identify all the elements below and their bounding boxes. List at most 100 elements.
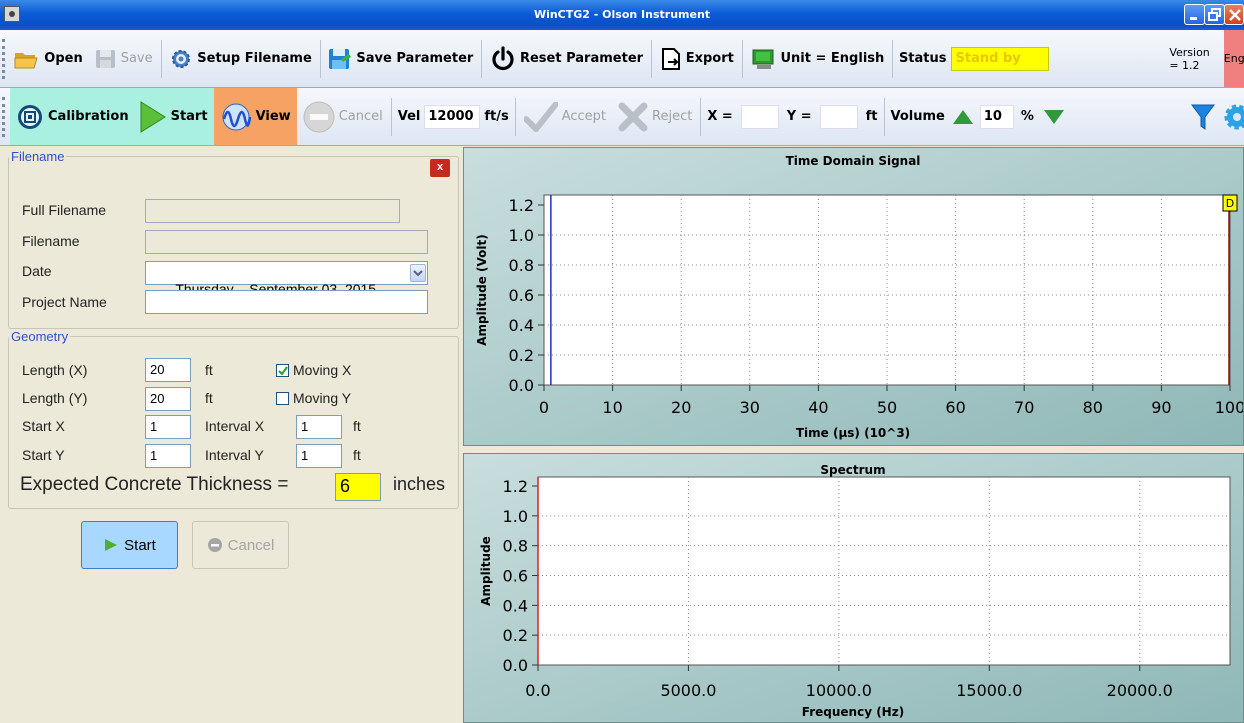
x-tick-label: 100 — [1215, 398, 1243, 417]
status-value: Stand by — [955, 50, 1021, 66]
cancel-icon — [207, 538, 222, 552]
xy-unit: ft — [865, 109, 878, 124]
y-axis-label: Amplitude (Volt) — [475, 234, 489, 346]
moving-y-checkbox[interactable] — [276, 392, 289, 405]
close-window-button[interactable] — [1224, 4, 1244, 25]
filter-icon[interactable] — [1190, 102, 1216, 132]
open-button[interactable]: Open — [8, 30, 88, 87]
waveform-icon — [222, 103, 251, 130]
language-indicator[interactable]: English — [1223, 30, 1244, 87]
length-y-input[interactable]: 20 — [145, 387, 191, 411]
reset-parameter-button[interactable]: Reset Parameter — [484, 30, 649, 87]
volume-input[interactable]: 10 — [979, 104, 1014, 129]
date-label: Date — [22, 263, 52, 279]
restore-button[interactable] — [1204, 4, 1225, 25]
language-label: English — [1223, 52, 1244, 65]
start-y-value: 1 — [150, 448, 158, 463]
volume-up-icon[interactable] — [951, 108, 975, 126]
acquisition-toolbar: Calibration Start View Cancel Vel 12000 … — [0, 88, 1244, 146]
play-icon — [105, 539, 118, 551]
toolbar-grip[interactable] — [2, 96, 10, 137]
open-label: Open — [44, 51, 83, 66]
calibration-button[interactable]: Calibration — [10, 88, 135, 145]
y-label: Y = — [786, 109, 812, 124]
save-button[interactable]: Save — [89, 30, 159, 87]
chevron-down-icon — [413, 270, 423, 277]
interval-x-input[interactable]: 1 — [296, 415, 342, 439]
y-tick-label: 0.2 — [509, 346, 534, 365]
filename-label: Filename — [22, 233, 80, 249]
interval-y-value: 1 — [301, 448, 309, 463]
x-tick-label: 10 — [602, 398, 622, 417]
minimize-button[interactable] — [1184, 4, 1205, 25]
y-tick-label: 0.2 — [503, 626, 528, 645]
length-x-unit: ft — [205, 362, 213, 378]
x-axis-label: Time (μs) (10^3) — [796, 426, 910, 440]
volume-down-icon[interactable] — [1042, 108, 1066, 126]
x-tick-label: 0.0 — [525, 681, 550, 700]
unit-label: Unit = English — [780, 51, 885, 66]
length-y-unit: ft — [205, 390, 213, 406]
start-x-input[interactable]: 1 — [145, 415, 191, 439]
y-tick-label: 0.4 — [503, 596, 528, 615]
time-domain-chart: Time Domain Signal 0.0 0.2 0.4 0.6 0.8 1.0 1.2 0… — [463, 147, 1244, 446]
cursor-badge-label: D — [1226, 197, 1234, 210]
date-picker[interactable]: Thursday , September 03, 2015 — [145, 261, 428, 297]
velocity-input[interactable]: 12000 — [424, 104, 481, 129]
length-y-value: 20 — [150, 391, 165, 406]
velocity-value: 12000 — [428, 108, 474, 124]
moving-x-checkbox[interactable] — [276, 364, 289, 377]
checkmark-icon — [278, 366, 288, 376]
length-y-label: Length (Y) — [22, 390, 88, 406]
checkmark-icon — [523, 101, 558, 132]
project-name-input[interactable] — [145, 290, 428, 314]
x-tick-label: 20000.0 — [1107, 681, 1173, 700]
x-coordinate-input[interactable] — [740, 104, 779, 129]
unit-button[interactable]: Unit = English — [745, 30, 891, 87]
play-icon — [140, 100, 166, 133]
interval-x-value: 1 — [301, 419, 309, 434]
accept-label: Accept — [561, 109, 607, 124]
thickness-value: 6 — [340, 476, 351, 496]
cancel-button[interactable]: Cancel — [297, 88, 389, 145]
start-x-label: Start X — [22, 418, 65, 434]
geometry-legend: Geometry — [11, 329, 69, 344]
start-y-input[interactable]: 1 — [145, 444, 191, 468]
cancel-label: Cancel — [338, 109, 383, 124]
start-x-value: 1 — [150, 419, 158, 434]
x-tick-label: 90 — [1151, 398, 1171, 417]
setup-filename-button[interactable]: Setup Filename — [163, 30, 317, 87]
thickness-input[interactable]: 6 — [335, 473, 381, 501]
length-x-input[interactable]: 20 — [145, 358, 191, 382]
settings-gear-icon[interactable] — [1222, 102, 1244, 132]
accept-button[interactable]: Accept — [518, 88, 612, 145]
date-dropdown-button[interactable] — [410, 264, 426, 282]
view-label: View — [255, 109, 291, 124]
y-tick-label: 0.4 — [509, 316, 534, 335]
export-label: Export — [685, 51, 734, 66]
x-tick-label: 10000.0 — [806, 681, 872, 700]
y-tick-label: 0.8 — [503, 537, 528, 556]
monitor-icon — [752, 49, 773, 69]
panel-start-button[interactable]: Start — [81, 521, 178, 569]
y-tick-label: 1.2 — [503, 477, 528, 496]
full-filename-label: Full Filename — [22, 202, 107, 218]
view-button[interactable]: View — [213, 88, 297, 145]
panel-cancel-button[interactable]: Cancel — [192, 521, 289, 569]
close-panel-label: x — [436, 161, 444, 173]
x-tick-label: 40 — [808, 398, 828, 417]
calibration-label: Calibration — [48, 109, 129, 124]
reject-button[interactable]: Reject — [612, 88, 698, 145]
close-panel-button[interactable]: x — [430, 159, 450, 177]
y-tick-label: 1.2 — [509, 196, 534, 215]
panel-start-label: Start — [124, 536, 156, 554]
interval-y-input[interactable]: 1 — [296, 444, 342, 468]
gear-icon — [172, 49, 191, 68]
start-button[interactable]: Start — [134, 88, 214, 145]
volume-unit: % — [1020, 109, 1034, 124]
export-button[interactable]: Export — [654, 30, 740, 87]
save-parameter-button[interactable]: Save Parameter — [322, 30, 479, 87]
save-parameter-icon — [329, 48, 352, 69]
interval-x-label: Interval X — [205, 418, 265, 434]
y-coordinate-input[interactable] — [819, 104, 858, 129]
